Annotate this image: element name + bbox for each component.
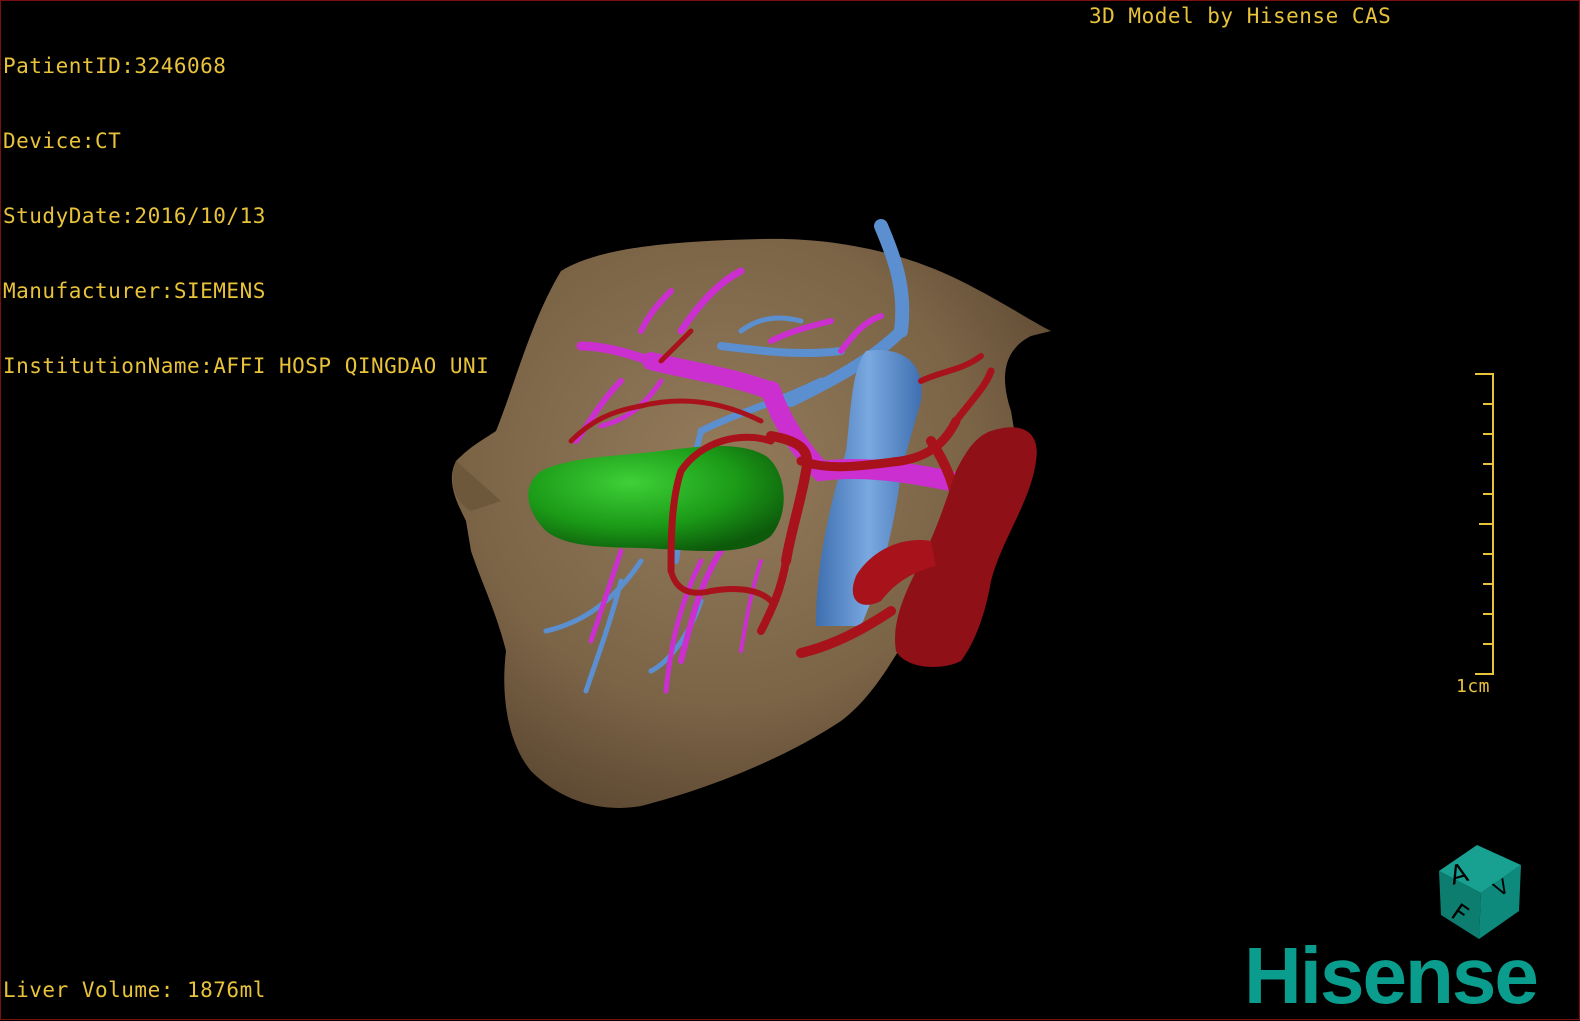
dicom-info: PatientID:3246068 Device:CT StudyDate:20… <box>3 4 489 429</box>
patient-id: PatientID:3246068 <box>3 54 227 78</box>
study-date: StudyDate:2016/10/13 <box>3 204 266 228</box>
model-credit: 3D Model by Hisense CAS <box>1089 4 1392 28</box>
3d-viewport[interactable]: PatientID:3246068 Device:CT StudyDate:20… <box>0 0 1580 1020</box>
scale-label: 1cm <box>1456 676 1491 697</box>
institution-name: InstitutionName:AFFI HOSP QINGDAO UNI <box>3 354 490 378</box>
scale-bar <box>1475 373 1494 675</box>
device: Device:CT <box>3 129 122 153</box>
manufacturer: Manufacturer:SIEMENS <box>3 279 266 303</box>
hisense-logo: Hisense <box>1244 931 1539 1020</box>
orientation-cube[interactable]: A F V <box>1429 843 1529 943</box>
liver-volume: Liver Volume: 1876ml <box>3 978 266 1002</box>
